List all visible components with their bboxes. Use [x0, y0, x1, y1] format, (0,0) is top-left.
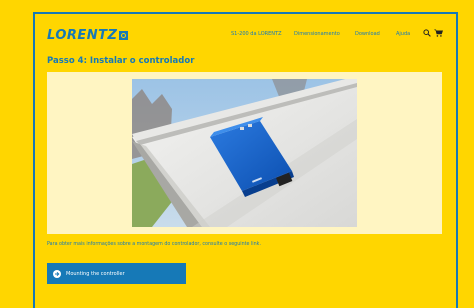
search-icon[interactable]	[423, 29, 431, 37]
logo-mark-icon	[119, 31, 129, 40]
nav-item-download[interactable]: Download	[355, 31, 380, 37]
controller-photo	[132, 79, 357, 227]
nav-item-s1-200[interactable]: S1-200 da LORENTZ	[231, 31, 282, 37]
mounting-controller-button[interactable]: Mounting the controller	[47, 263, 186, 284]
arrow-right-circle-icon	[53, 269, 61, 278]
cart-icon[interactable]	[434, 29, 443, 37]
logo-text: LORENTZ	[47, 28, 118, 43]
page-title: Passo 4: Instalar o controlador	[47, 56, 195, 66]
info-text: Para obter mais informações sobre a mont…	[47, 242, 261, 247]
nav-item-dimensionamento[interactable]: Dimensionamento	[294, 31, 340, 37]
nav-item-ajuda[interactable]: Ajuda	[396, 31, 410, 37]
lorentz-logo[interactable]: LORENTZ	[47, 28, 129, 43]
mounting-controller-label: Mounting the controller	[66, 270, 125, 277]
